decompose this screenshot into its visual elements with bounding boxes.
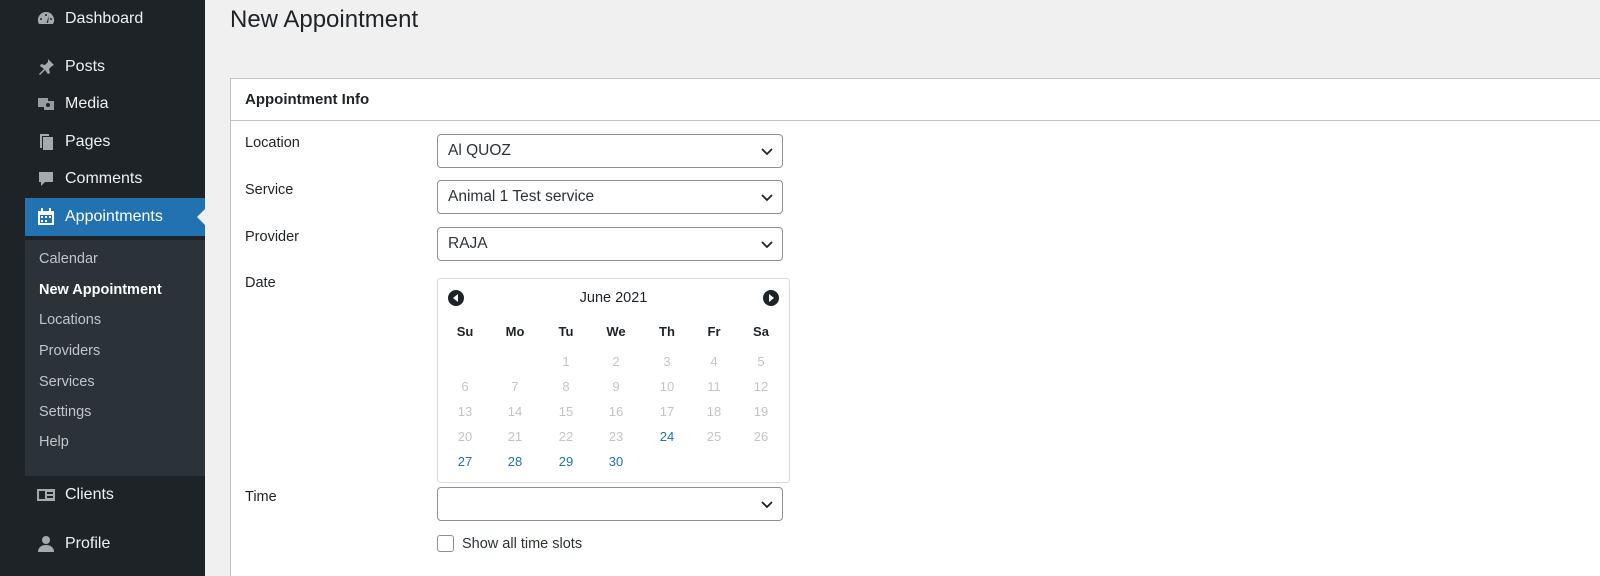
menu-item-comments[interactable]: Comments: [0, 160, 205, 198]
menu-item-clients[interactable]: Clients: [0, 476, 205, 514]
calendar-day-disabled: 25: [706, 429, 722, 444]
location-select-value: Al QUOZ: [448, 142, 511, 159]
calendar-day-disabled: 1: [562, 354, 570, 369]
calendar-day-disabled: 2: [612, 354, 620, 369]
submenu-item-calendar[interactable]: Calendar: [39, 251, 98, 267]
calendar-day-disabled: 4: [710, 354, 718, 369]
calendar-day-disabled: 3: [663, 354, 671, 369]
calendar-day-disabled: 7: [511, 379, 519, 394]
pin-icon: [34, 55, 58, 79]
calendar-day-disabled: 19: [753, 404, 769, 419]
menu-label-posts: Posts: [65, 58, 106, 75]
calendar-day-disabled: 22: [558, 429, 574, 444]
menu-item-media[interactable]: Media: [0, 85, 205, 123]
calendar-day-disabled: 11: [707, 379, 721, 394]
menu-label-clients: Clients: [65, 486, 114, 503]
panel-title: Appointment Info: [245, 91, 370, 108]
comment-icon: [34, 167, 58, 191]
submenu-item-providers[interactable]: Providers: [39, 343, 100, 359]
provider-select[interactable]: RAJA: [437, 227, 783, 261]
show-all-time-slots-checkbox[interactable]: Show all time slots: [437, 535, 582, 552]
calendar-day-disabled: 9: [612, 379, 620, 394]
calendar-day-disabled: 8: [562, 379, 570, 394]
chevron-down-icon: [760, 190, 774, 204]
submenu-item-help[interactable]: Help: [39, 434, 69, 450]
time-label: Time: [245, 489, 277, 505]
calendar-day-disabled: 5: [757, 354, 765, 369]
calendar-day-disabled: 21: [507, 429, 523, 444]
menu-item-dashboard[interactable]: Dashboard: [0, 0, 205, 38]
calendar-day-available[interactable]: 24: [643, 429, 691, 444]
menu-item-pages[interactable]: Pages: [0, 123, 205, 161]
id-card-icon: [34, 483, 58, 507]
service-select[interactable]: Animal 1 Test service: [437, 180, 783, 214]
user-icon: [34, 532, 58, 556]
location-label: Location: [245, 135, 300, 151]
media-icon: [34, 92, 58, 116]
menu-label-pages: Pages: [65, 133, 111, 150]
calendar-icon: [34, 205, 58, 229]
provider-select-value: RAJA: [448, 235, 488, 252]
show-all-time-slots-label: Show all time slots: [462, 535, 583, 552]
service-label: Service: [245, 182, 294, 198]
calendar-next-button[interactable]: [763, 290, 779, 306]
weekday-header: Su: [456, 324, 474, 339]
weekday-header: We: [606, 324, 626, 339]
submenu-item-locations[interactable]: Locations: [39, 312, 101, 328]
service-select-value: Animal 1 Test service: [448, 188, 595, 205]
page-title: New Appointment: [230, 6, 419, 33]
calendar-day-disabled: 15: [558, 404, 574, 419]
calendar-month-label: June 2021: [579, 290, 648, 306]
pages-icon: [34, 130, 58, 154]
weekday-header: Tu: [558, 324, 574, 339]
menu-item-appointments[interactable]: Appointments: [25, 198, 205, 236]
calendar-day-disabled: 23: [608, 429, 624, 444]
calendar-day-disabled: 6: [461, 379, 469, 394]
admin-sidebar: Dashboard Posts Media Pages Comments App…: [0, 0, 205, 576]
menu-item-posts[interactable]: Posts: [0, 48, 205, 86]
weekday-header: Th: [659, 324, 675, 339]
calendar-day-disabled: 13: [457, 404, 473, 419]
panel-header: Appointment Info: [231, 79, 1600, 121]
provider-label: Provider: [245, 229, 299, 245]
dashboard-icon: [34, 7, 58, 31]
menu-label-media: Media: [65, 95, 109, 112]
appointments-submenu: Calendar New Appointment Locations Provi…: [25, 240, 205, 476]
calendar-day-available[interactable]: 29: [542, 454, 590, 469]
chevron-down-icon: [760, 144, 774, 158]
chevron-down-icon: [760, 497, 774, 511]
checkbox-box[interactable]: [437, 535, 454, 552]
submenu-item-services[interactable]: Services: [39, 374, 95, 390]
calendar-day-disabled: 10: [659, 379, 675, 394]
calendar-day-available[interactable]: 28: [491, 454, 539, 469]
weekday-header: Mo: [505, 324, 525, 339]
menu-label-appointments: Appointments: [65, 208, 163, 225]
calendar-day-disabled: 14: [507, 404, 523, 419]
calendar-day-disabled: 16: [608, 404, 624, 419]
location-select[interactable]: Al QUOZ: [437, 134, 783, 168]
weekday-header: Sa: [753, 324, 769, 339]
calendar-day-disabled: 20: [457, 429, 473, 444]
date-picker-calendar: June 2021 Su Mo Tu We Th Fr Sa 1 2 3 4 5 6 7 8 9 10 11 12 1…: [437, 278, 790, 483]
menu-label-profile: Profile: [65, 535, 111, 552]
calendar-day-disabled: 26: [753, 429, 769, 444]
time-select[interactable]: [437, 487, 783, 521]
calendar-day-disabled: 17: [659, 404, 675, 419]
menu-label-comments: Comments: [65, 170, 143, 187]
calendar-day-available[interactable]: 27: [441, 454, 489, 469]
appointment-info-panel: Appointment Info Location Al QUOZ Servic…: [230, 78, 1600, 576]
calendar-day-disabled: 12: [753, 379, 769, 394]
calendar-day-available[interactable]: 30: [592, 454, 640, 469]
submenu-item-settings[interactable]: Settings: [39, 404, 91, 420]
menu-item-profile[interactable]: Profile: [0, 525, 205, 563]
chevron-down-icon: [760, 237, 774, 251]
submenu-item-new-appointment[interactable]: New Appointment: [39, 282, 162, 298]
chevron-right-icon: [769, 294, 774, 302]
weekday-header: Fr: [707, 324, 721, 339]
date-label: Date: [245, 275, 276, 291]
calendar-day-disabled: 18: [706, 404, 722, 419]
menu-label-dashboard: Dashboard: [65, 10, 144, 27]
